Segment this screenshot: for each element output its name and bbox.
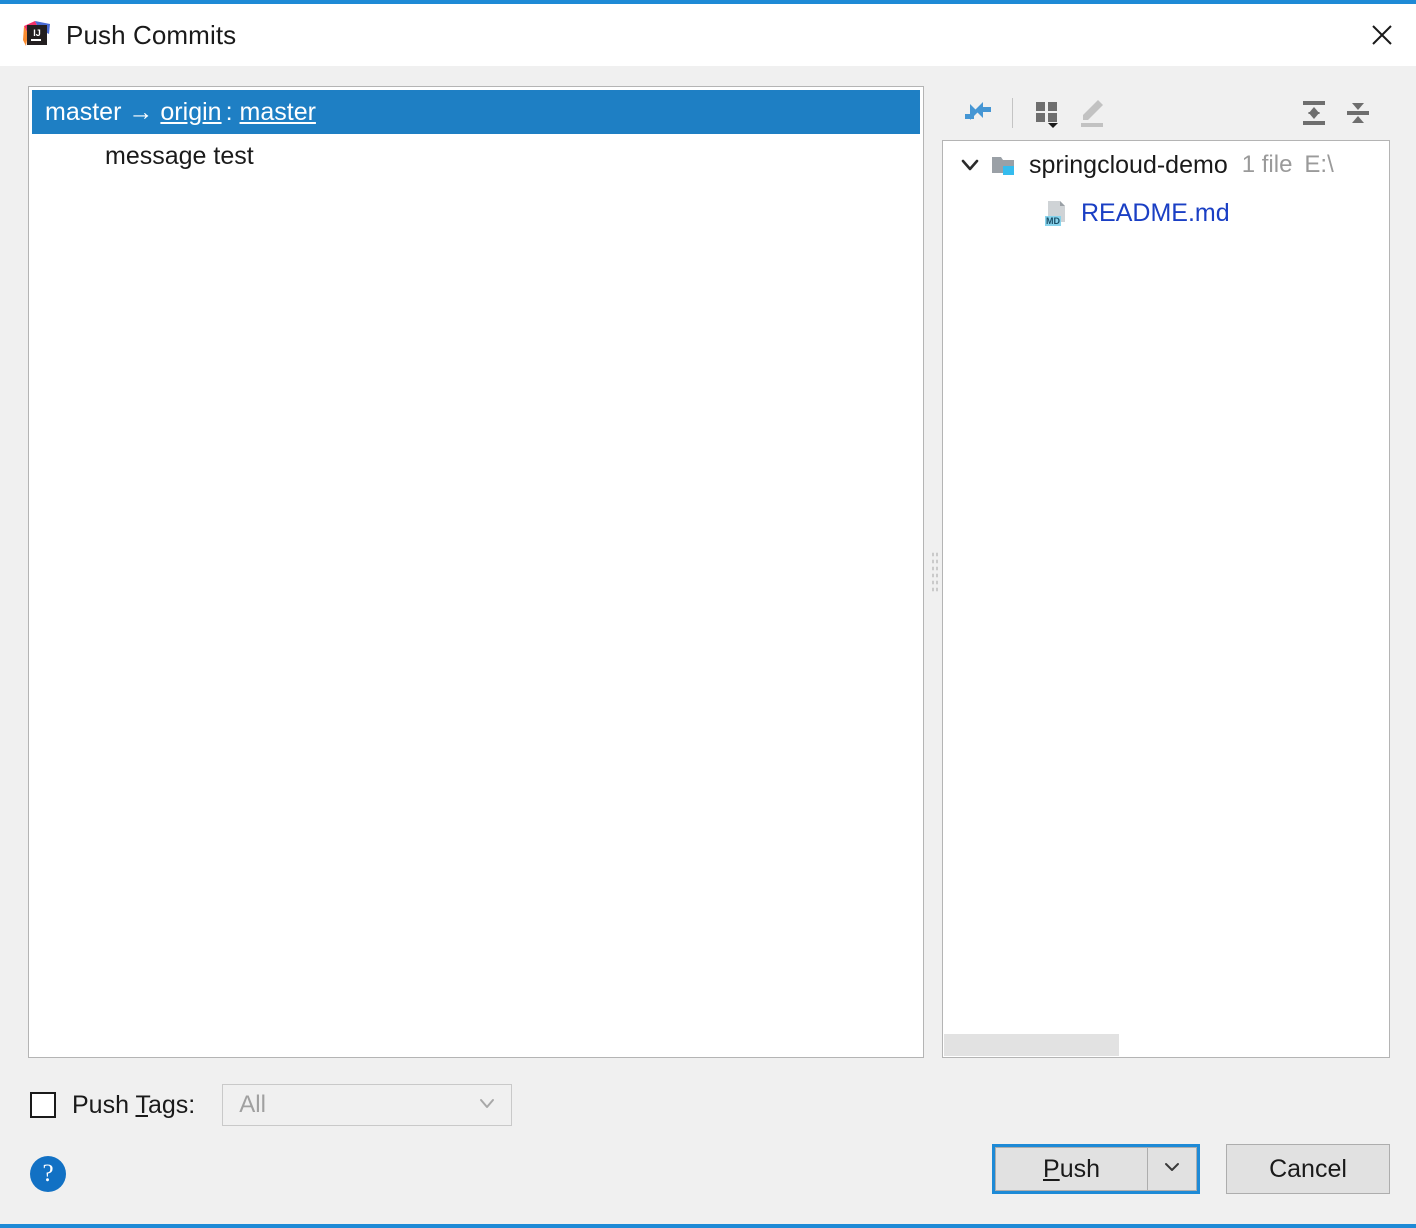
push-commits-dialog: IJ Push Commits master → origin : master… <box>0 0 1416 1228</box>
push-button[interactable]: Push <box>995 1147 1147 1191</box>
splitter-grip <box>930 551 938 593</box>
push-tags-label-after: ags: <box>147 1090 196 1119</box>
dialog-title: Push Commits <box>66 19 237 50</box>
cancel-button[interactable]: Cancel <box>1226 1144 1390 1194</box>
chevron-down-icon <box>475 1091 499 1120</box>
close-icon[interactable] <box>1348 4 1416 66</box>
edit-source-icon[interactable] <box>1069 91 1113 135</box>
expand-all-icon[interactable] <box>1292 91 1336 135</box>
file-count-label: 1 file <box>1241 151 1293 178</box>
file-name-label: README.md <box>1081 198 1230 227</box>
tree-row[interactable]: springcloud-demo 1 file E:\ <box>943 141 1389 189</box>
files-tree: springcloud-demo 1 file E:\ MD README.md <box>942 140 1390 1058</box>
chevron-down-icon[interactable] <box>953 154 987 176</box>
panel-splitter[interactable] <box>926 86 942 1058</box>
push-mnemonic: P <box>1043 1154 1060 1183</box>
group-by-icon[interactable] <box>1025 91 1069 135</box>
module-folder-icon <box>987 151 1021 179</box>
push-tags-select-value: All <box>239 1091 266 1118</box>
help-button[interactable]: ? <box>30 1156 66 1192</box>
files-toolbar <box>942 86 1390 140</box>
collapse-all-icon[interactable] <box>1336 91 1380 135</box>
commit-message: message test <box>105 141 254 170</box>
markdown-file-icon: MD <box>1039 198 1073 228</box>
push-tags-row: Push Tags: All <box>30 1084 513 1126</box>
push-tags-label-before: Push <box>72 1090 136 1119</box>
push-tags-select[interactable]: All <box>222 1084 513 1126</box>
chevron-down-icon <box>1161 1156 1183 1183</box>
toolbar-separator <box>1012 98 1013 128</box>
remote-branch-link[interactable]: master <box>240 98 316 127</box>
branch-separator: : <box>225 97 233 126</box>
push-tags-mnemonic: T <box>135 1090 148 1119</box>
remote-link[interactable]: origin <box>160 98 221 127</box>
show-diff-icon[interactable] <box>956 91 1000 135</box>
changed-files-panel: springcloud-demo 1 file E:\ MD README.md <box>942 86 1390 1058</box>
push-dropdown-button[interactable] <box>1147 1147 1197 1191</box>
commit-row[interactable]: message test <box>29 134 923 178</box>
branch-selection-row[interactable]: master → origin : master <box>32 90 920 134</box>
title-bar: IJ Push Commits <box>0 4 1416 66</box>
svg-text:MD: MD <box>1046 216 1060 226</box>
tree-row[interactable]: MD README.md <box>943 189 1389 237</box>
push-tags-label[interactable]: Push Tags: <box>72 1091 195 1120</box>
dialog-content: master → origin : master message test sp… <box>0 66 1416 1224</box>
root-path-label: E:\ <box>1304 151 1334 178</box>
horizontal-scrollbar[interactable] <box>944 1034 1119 1056</box>
commits-list-panel: master → origin : master message test <box>28 86 924 1058</box>
arrow-icon: → <box>128 97 154 126</box>
tree-root-label: springcloud-demo <box>1029 150 1228 179</box>
push-label-after: ush <box>1059 1154 1100 1183</box>
push-tags-checkbox[interactable] <box>30 1092 56 1118</box>
svg-text:IJ: IJ <box>33 28 41 38</box>
local-branch-label: master <box>45 97 122 126</box>
intellij-idea-icon: IJ <box>22 20 52 50</box>
footer-buttons: Push Cancel <box>992 1144 1390 1194</box>
push-split-button: Push <box>992 1144 1200 1194</box>
